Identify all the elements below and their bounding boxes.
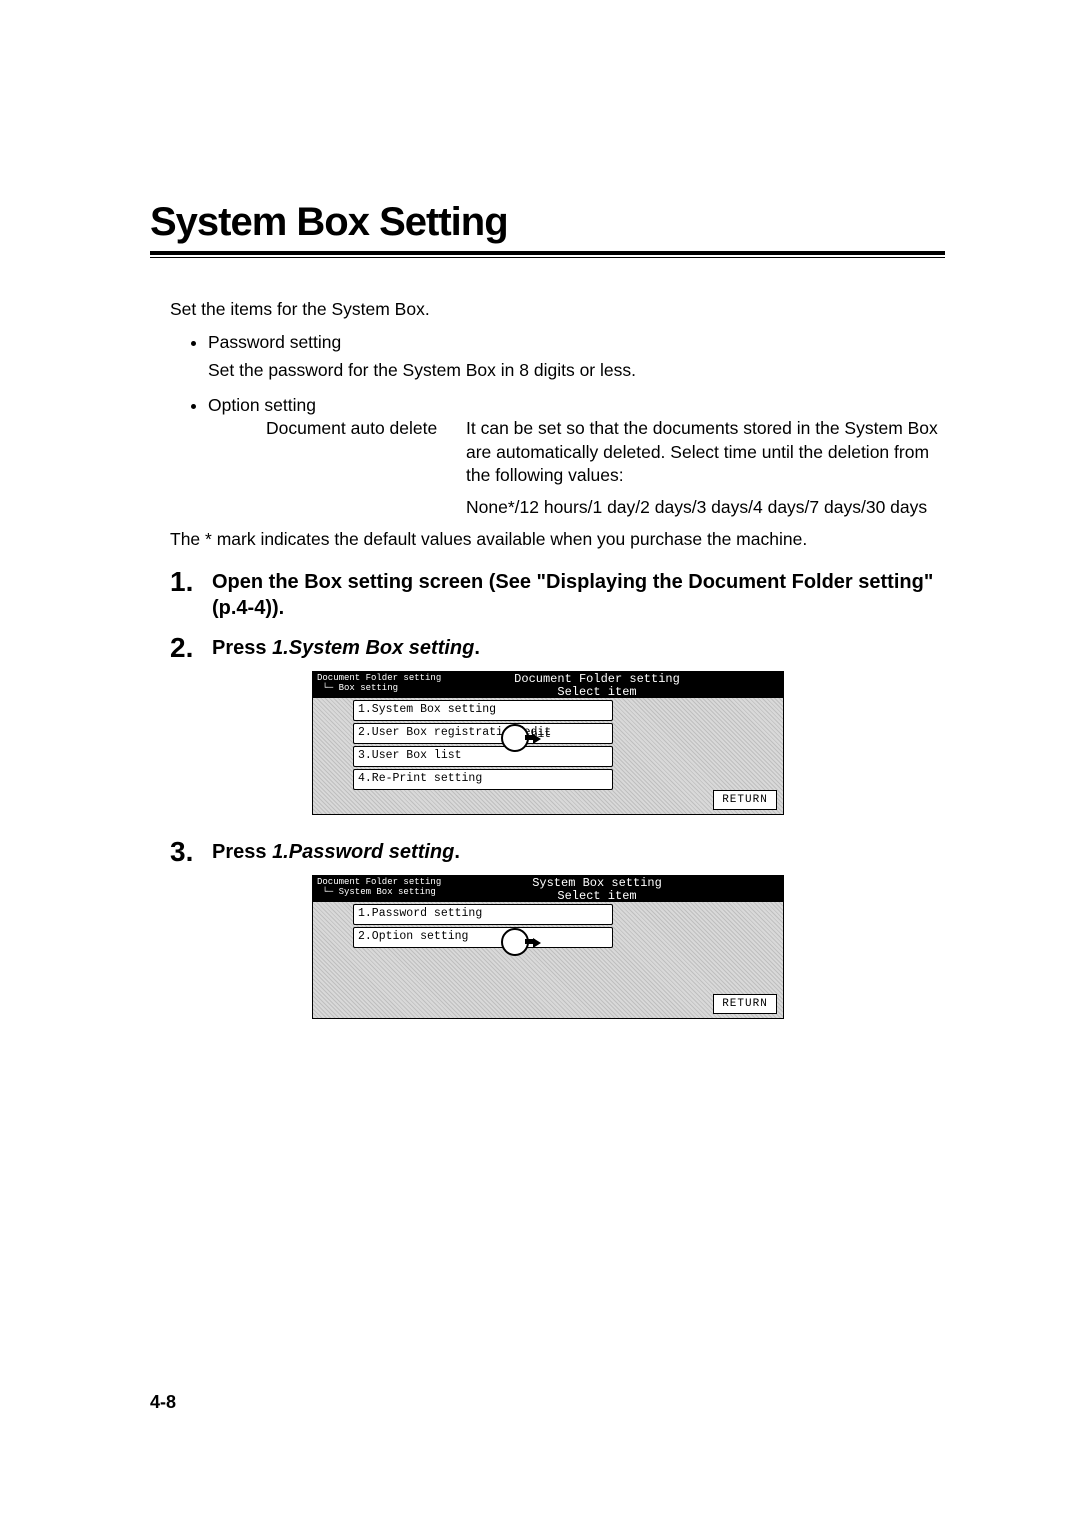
step-1: Open the Box setting screen (See "Displa… (170, 569, 945, 621)
step-italic: 1.System Box setting (272, 637, 474, 659)
lcd-header: Document Folder setting └─ System Box se… (313, 876, 783, 902)
step-text: Open the Box setting screen (See "Displa… (212, 571, 933, 619)
option-table: Document auto delete It can be set so th… (266, 417, 945, 520)
lcd-menu-list: 1.System Box setting 2.User Box registra… (353, 700, 613, 792)
option-row-values: None*/12 hours/1 day/2 days/3 days/4 day… (266, 496, 945, 520)
option-row: Document auto delete It can be set so th… (266, 417, 945, 488)
intro-text: Set the items for the System Box. (150, 298, 945, 322)
lcd-menu-list: 1.Password setting 2.Option setting (353, 904, 613, 950)
return-button[interactable]: RETURN (713, 790, 777, 810)
option-name: Document auto delete (266, 417, 466, 441)
lcd-title: Document Folder setting Select item (411, 672, 783, 698)
bullet-label: Option setting (208, 395, 316, 415)
step-2: Press 1.System Box setting. Document Fol… (170, 635, 945, 815)
lcd-item-user-box-reg[interactable]: 2.User Box registration/edit (353, 723, 613, 744)
lcd-item-option[interactable]: 2.Option setting (353, 927, 613, 948)
bullet-desc: Set the password for the System Box in 8… (208, 358, 945, 383)
settings-bullets: Password setting Set the password for th… (150, 330, 945, 520)
title-divider (150, 251, 945, 258)
lcd-item-user-box-list[interactable]: 3.User Box list (353, 746, 613, 767)
bullet-password: Password setting Set the password for th… (208, 330, 945, 383)
lcd-item-reprint[interactable]: 4.Re-Print setting (353, 769, 613, 790)
step-text: Press (212, 637, 272, 659)
step-italic: 1.Password setting (272, 841, 454, 863)
pointer-icon (501, 928, 529, 956)
page-title: System Box Setting (150, 200, 945, 245)
manual-page: System Box Setting Set the items for the… (0, 0, 1080, 1528)
return-button[interactable]: RETURN (713, 994, 777, 1014)
option-desc: It can be set so that the documents stor… (466, 417, 945, 488)
page-number: 4-8 (150, 1392, 176, 1413)
step-text: Press (212, 841, 272, 863)
lcd-item-system-box[interactable]: 1.System Box setting (353, 700, 613, 721)
step-text-after: . (474, 637, 480, 659)
lcd-title: System Box setting Select item (411, 876, 783, 902)
lcd-screenshot-2: Document Folder setting └─ System Box se… (312, 875, 784, 1019)
bullet-label: Password setting (208, 332, 341, 352)
lcd-body: 1.Password setting 2.Option setting RETU… (313, 902, 783, 1018)
steps-list: Open the Box setting screen (See "Displa… (170, 569, 945, 1019)
bullet-option: Option setting Document auto delete It c… (208, 393, 945, 520)
step-3: Press 1.Password setting. Document Folde… (170, 839, 945, 1019)
lcd-header: Document Folder setting └─ Box setting D… (313, 672, 783, 698)
lcd-item-password[interactable]: 1.Password setting (353, 904, 613, 925)
footnote: The * mark indicates the default values … (150, 528, 945, 552)
option-values: None*/12 hours/1 day/2 days/3 days/4 day… (466, 496, 945, 520)
step-text-after: . (454, 841, 460, 863)
lcd-screenshot-1: Document Folder setting └─ Box setting D… (312, 671, 784, 815)
lcd-body: 1.System Box setting 2.User Box registra… (313, 698, 783, 814)
